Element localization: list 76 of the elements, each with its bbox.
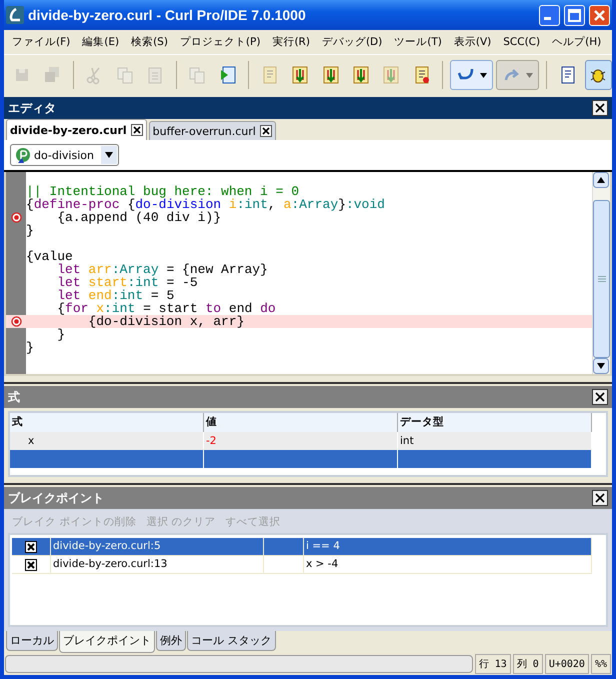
code-line: let start:int = -5 bbox=[56, 275, 198, 290]
panel-tab[interactable]: 例外 bbox=[156, 631, 186, 651]
menu-item[interactable]: ツール(T) bbox=[388, 35, 448, 49]
menu-item[interactable]: 表示(V) bbox=[448, 35, 498, 49]
undo-button[interactable] bbox=[450, 60, 494, 90]
code-line: {do-division x, arr} bbox=[87, 314, 244, 329]
caret-icon bbox=[526, 72, 534, 78]
minimize-button[interactable] bbox=[539, 4, 560, 26]
procedure-dropdown[interactable]: do-division bbox=[10, 144, 119, 166]
pane-title: ブレイクポイント bbox=[8, 490, 104, 506]
maximize-button[interactable] bbox=[564, 4, 585, 26]
step-into-icon bbox=[290, 65, 310, 85]
code-line: } bbox=[26, 223, 34, 238]
checkbox[interactable] bbox=[25, 558, 37, 570]
copy-icon bbox=[114, 65, 135, 85]
code-line: {value bbox=[26, 249, 73, 264]
table-cell: divide-by-zero.curl:13 bbox=[51, 556, 264, 574]
grip-icon bbox=[598, 276, 606, 282]
scroll-thumb[interactable] bbox=[593, 200, 610, 358]
close-icon bbox=[595, 392, 605, 402]
pane-title: エディタ bbox=[8, 100, 56, 116]
panel-tab[interactable]: ローカル bbox=[6, 631, 58, 651]
menu-item[interactable]: プロジェクト(P) bbox=[174, 35, 266, 49]
close-pane-button[interactable] bbox=[592, 100, 608, 116]
table-cell: i == 4 bbox=[304, 538, 592, 556]
code-line: } bbox=[26, 340, 34, 355]
caret-icon bbox=[480, 72, 488, 78]
menu-item[interactable]: デバッグ(D) bbox=[316, 35, 388, 49]
menu-item[interactable]: SCC(C) bbox=[497, 36, 546, 48]
scroll-down-icon[interactable] bbox=[593, 358, 609, 374]
window-title: divide-by-zero.curl - Curl Pro/IDE 7.0.1000 bbox=[28, 7, 307, 23]
table-cell: x > -4 bbox=[304, 556, 592, 574]
status-value: %% bbox=[594, 658, 607, 670]
checkbox[interactable] bbox=[25, 540, 37, 552]
status-value: 0 bbox=[532, 658, 539, 670]
step-out-icon bbox=[351, 65, 372, 85]
panel-tab[interactable]: コール スタック bbox=[187, 631, 276, 651]
table-cell bbox=[264, 556, 304, 574]
procedure-icon bbox=[15, 147, 31, 163]
close-icon bbox=[595, 493, 605, 503]
app-logo-icon bbox=[6, 6, 24, 24]
close-pane-button[interactable] bbox=[592, 490, 608, 506]
code-line: {a.append (40 div i)} bbox=[57, 210, 222, 225]
close-icon bbox=[595, 103, 605, 113]
documents-icon bbox=[187, 65, 208, 85]
file-tab[interactable]: divide-by-zero.curl bbox=[6, 119, 147, 140]
code-line: } bbox=[56, 327, 66, 342]
table-cell bbox=[264, 538, 304, 556]
code-line: let end:int = 5 bbox=[56, 288, 174, 303]
code-line: || Intentional bug here: when i = 0 bbox=[26, 184, 300, 199]
minimize-icon bbox=[544, 16, 551, 20]
menu-item[interactable]: 実行(R) bbox=[266, 35, 316, 49]
status-label: 行 bbox=[478, 658, 489, 671]
close-button[interactable] bbox=[589, 4, 610, 26]
status-label: 列 bbox=[516, 658, 527, 671]
code-line: {for x:int = start to end do bbox=[56, 301, 276, 316]
code-line: {define-proc {do-division i:int, a:Array}:void bbox=[26, 197, 385, 212]
close-tab-icon[interactable] bbox=[130, 124, 143, 136]
menu-item[interactable]: 検索(S) bbox=[125, 35, 174, 49]
panel-tab[interactable]: ブレイクポイント bbox=[59, 631, 155, 653]
menu-item[interactable]: ヘルプ(H) bbox=[546, 35, 608, 49]
scroll-up-icon[interactable] bbox=[593, 172, 609, 188]
step-over-icon bbox=[381, 65, 402, 85]
step-over-icon bbox=[320, 65, 341, 85]
close-tab-icon[interactable] bbox=[260, 125, 272, 137]
close-pane-button[interactable] bbox=[592, 389, 608, 405]
menu-item[interactable]: 編集(E) bbox=[76, 35, 126, 49]
bug-button[interactable] bbox=[584, 60, 612, 90]
status-value: U+0020 bbox=[548, 658, 585, 670]
status-value: 13 bbox=[494, 658, 507, 670]
menu-item[interactable]: ファイル(F) bbox=[6, 35, 76, 49]
code-line: let arr:Array = {new Array} bbox=[57, 262, 268, 277]
table-cell: divide-by-zero.curl:5 bbox=[51, 538, 264, 556]
pane-title: 式 bbox=[8, 388, 20, 406]
vertical-scrollbar[interactable] bbox=[592, 172, 610, 374]
file-tab[interactable]: buffer-overrun.curl bbox=[148, 121, 276, 140]
